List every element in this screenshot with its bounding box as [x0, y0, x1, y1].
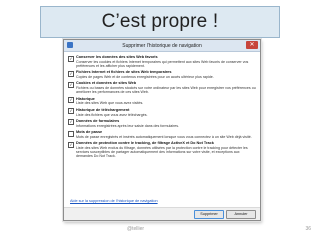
dialog-titlebar: Supprimer l’historique de navigation ✕: [64, 40, 260, 52]
option-description: Copies de pages Web et de contenus enreg…: [76, 74, 214, 79]
slide-page-number: 36: [305, 226, 311, 232]
cancel-button[interactable]: Annuler: [226, 210, 256, 219]
checkbox-cookies[interactable]: ✓: [68, 81, 74, 88]
option-keep-favorites: ✓ Conserver les données des sites Web fa…: [68, 55, 256, 68]
option-temp-files: ✓ Fichiers Internet et fichiers de sites…: [68, 70, 256, 79]
checkbox-tracking-protection[interactable]: ✓: [68, 141, 74, 148]
option-tracking-protection: ✓ Données de protection contre le tracki…: [68, 141, 256, 158]
checkbox-form-data[interactable]: ✓: [68, 119, 74, 126]
option-history: ✓ Historique Liste des sites Web que vou…: [68, 97, 256, 106]
option-description: Liste des sites Web que vous avez visité…: [76, 101, 144, 106]
option-description: Liste des sites Web exclus du filtrage, …: [76, 145, 248, 159]
checkbox-download-history[interactable]: ✓: [68, 108, 74, 115]
checkbox-passwords[interactable]: [68, 130, 74, 137]
option-passwords: Mots de passe Mots de passe enregistrés …: [68, 130, 256, 139]
delete-button[interactable]: Supprimer: [194, 210, 224, 219]
checkbox-history[interactable]: ✓: [68, 97, 74, 104]
internet-explorer-icon: [67, 42, 73, 48]
option-download-history: ✓ Historique de téléchargement Liste des…: [68, 108, 256, 117]
help-link[interactable]: Aide sur la suppression de l’historique …: [70, 199, 158, 203]
slide-title: C’est propre !: [101, 11, 219, 32]
slide-title-box: C’est propre !: [40, 6, 280, 38]
checkbox-temp-files[interactable]: ✓: [68, 70, 74, 77]
checkbox-keep-favorites[interactable]: ✓: [68, 55, 74, 62]
option-cookies: ✓ Cookies et données de sites Web Fichie…: [68, 81, 256, 94]
close-icon[interactable]: ✕: [246, 41, 258, 49]
option-form-data: ✓ Données de formulaires Informations en…: [68, 119, 256, 128]
option-description: Informations enregistrées après leur sai…: [76, 123, 180, 128]
option-description: Fichiers ou bases de données stockés sur…: [76, 86, 256, 95]
delete-history-dialog: Supprimer l’historique de navigation ✕ ✓…: [63, 39, 261, 221]
slide: C’est propre ! Supprimer l’historique de…: [0, 0, 320, 240]
options-list: ✓ Conserver les données des sites Web fa…: [64, 52, 260, 159]
slide-footer: @tellier: [127, 226, 145, 232]
dialog-title: Supprimer l’historique de navigation: [122, 42, 202, 49]
option-description: Conserver les cookies et fichiers Intern…: [76, 59, 249, 68]
option-description: Liste des fichiers que vous avez télécha…: [76, 112, 148, 117]
dialog-footer: Supprimer Annuler: [64, 207, 260, 220]
option-description: Mots de passe enregistrés et insérés aut…: [76, 134, 252, 139]
